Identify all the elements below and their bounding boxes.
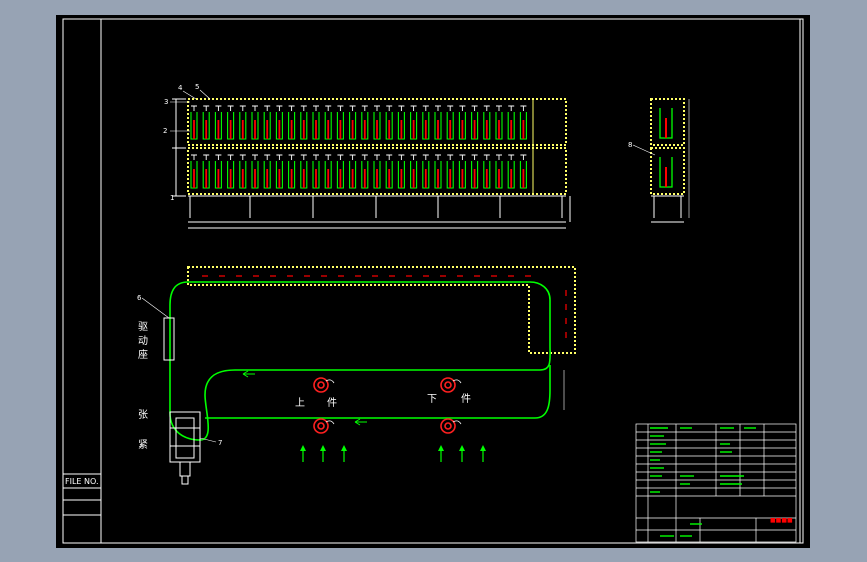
callout-7: 7	[218, 439, 222, 447]
callout-1: 1	[170, 194, 174, 202]
load-label-2: 件	[327, 397, 337, 409]
callout-3: 3	[164, 98, 168, 106]
cad-drawing: FILE NO. 1 2 3 4 5 8 6 7 驱 动 座 张 紧 上 件 下…	[56, 15, 810, 548]
drive-label-1: 驱	[138, 321, 148, 333]
callout-6: 6	[137, 294, 142, 302]
callout-5: 5	[195, 83, 199, 91]
callout-4: 4	[178, 84, 183, 92]
unload-label-1: 下	[427, 394, 437, 405]
unload-label-2: 件	[461, 393, 471, 405]
drive-label-3: 座	[138, 348, 148, 361]
tension-label-2: 紧	[138, 439, 148, 451]
title-red-stamp: ■■■■	[770, 517, 793, 524]
drive-label-2: 动	[138, 335, 148, 347]
callout-2: 2	[163, 127, 167, 135]
file-no-label: FILE NO.	[65, 477, 99, 486]
load-label-1: 上	[295, 397, 305, 409]
callout-8: 8	[628, 141, 632, 149]
tension-label-1: 张	[138, 409, 148, 421]
